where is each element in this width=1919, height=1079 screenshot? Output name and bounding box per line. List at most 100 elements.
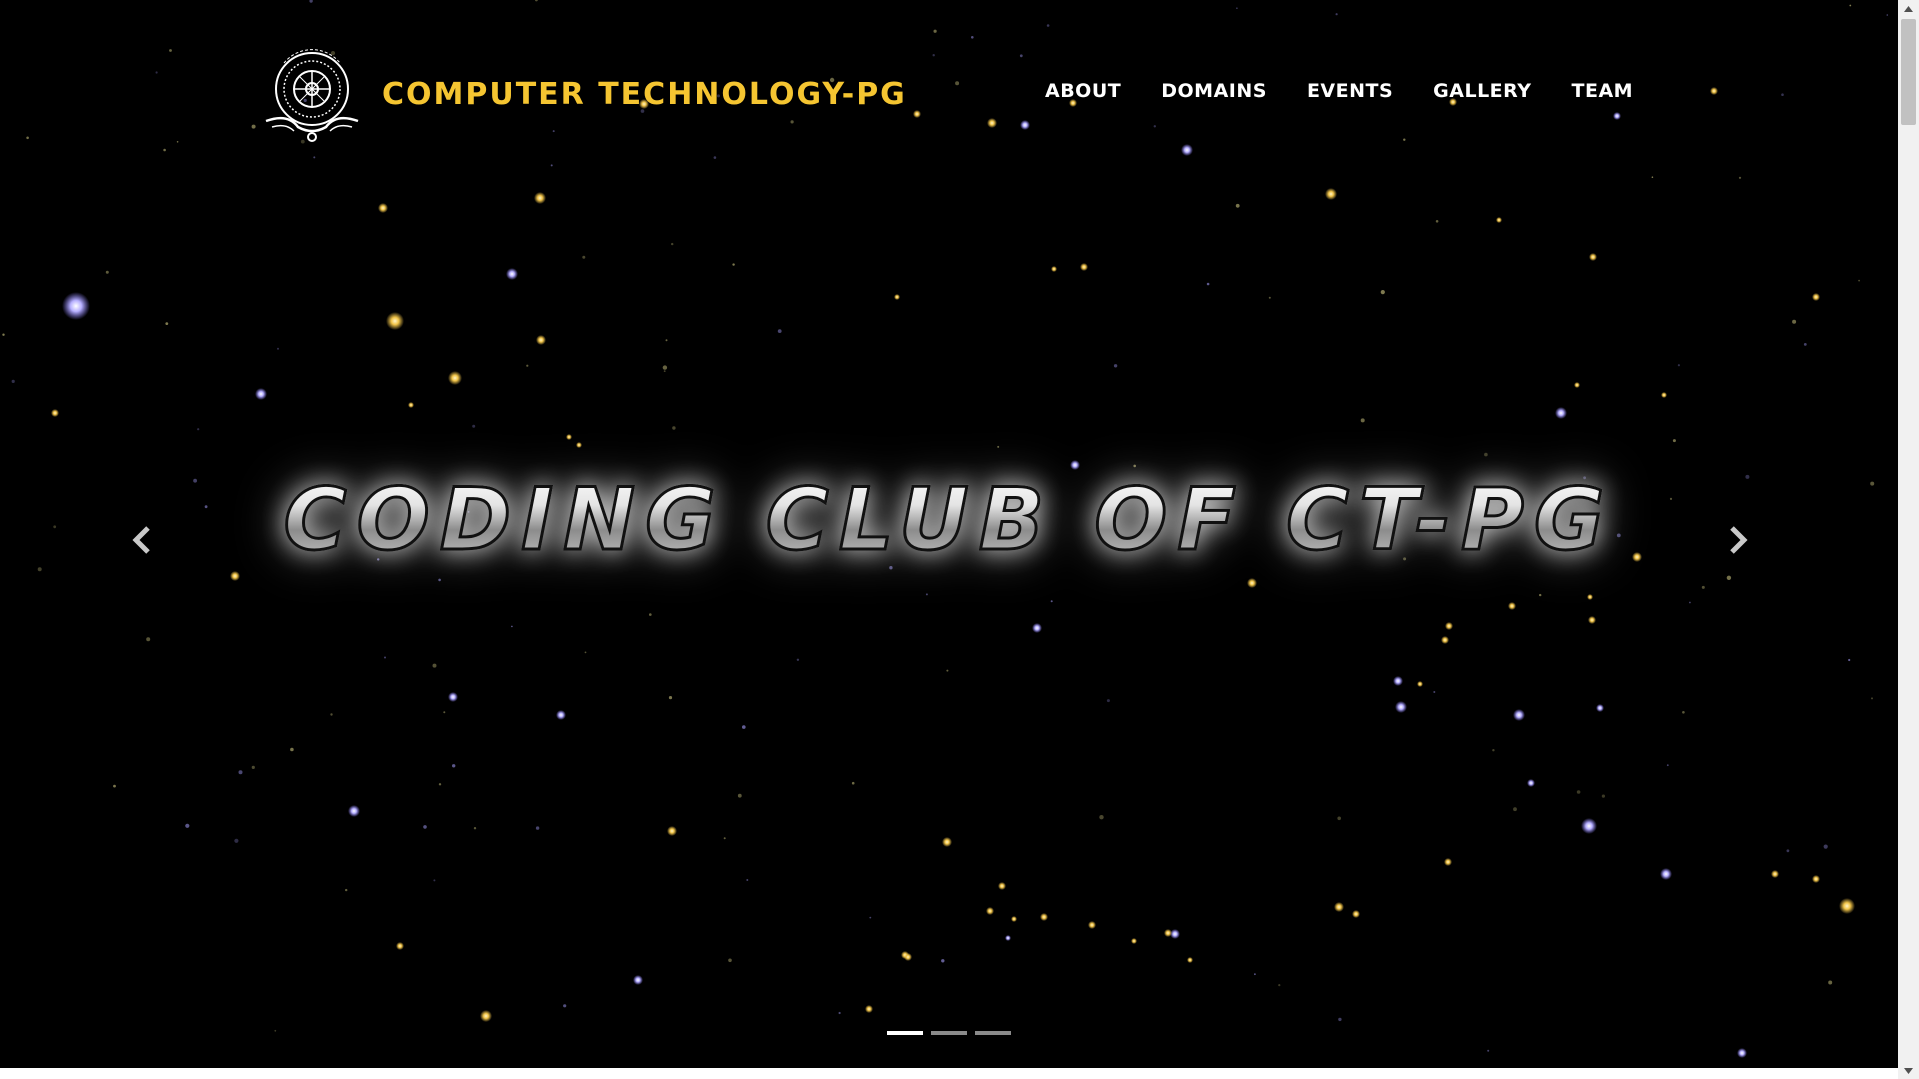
star-dust [1206,282,1210,286]
star [1661,392,1667,398]
star-dust [443,711,446,714]
star-dust [472,424,476,428]
star-dust [234,838,239,843]
star-dust [663,370,666,372]
star-dust [1487,1049,1490,1052]
star-dust [438,783,442,786]
star-dust [1666,764,1669,767]
star-dust [473,827,477,830]
star [1247,578,1257,588]
carousel-indicator-2[interactable] [931,1031,967,1035]
star-dust [1726,575,1732,580]
star [566,434,572,440]
star [480,1010,492,1022]
star-dust [1106,699,1110,703]
vertical-scrollbar[interactable] [1898,0,1919,1079]
star-dust [742,725,746,729]
carousel-indicator-1[interactable] [887,1031,923,1035]
star-dust [1803,343,1807,346]
star-dust [1484,452,1488,457]
star-dust [662,365,668,370]
star [1011,916,1017,922]
star-dust [511,625,513,628]
star-dust [1235,203,1240,208]
star [1334,902,1344,912]
star-dust [1268,296,1271,299]
star [1131,938,1137,944]
star-dust [672,426,676,430]
nav-team[interactable]: TEAM [1572,80,1634,102]
star-dust [737,793,742,798]
star-dust [452,764,456,768]
star-dust [1823,844,1828,849]
star [904,953,912,961]
star [1589,253,1597,261]
star-dust [330,713,333,716]
star [1588,616,1596,624]
star-dust [384,656,386,659]
star-dust [1576,790,1581,794]
nav-events[interactable]: EVENTS [1307,80,1393,102]
star-dust [535,826,540,830]
star-dust [251,765,255,770]
star-dust [1360,418,1365,423]
star-dust [723,837,726,840]
star [865,1005,873,1013]
nav-domains[interactable]: DOMAINS [1161,80,1267,102]
star-dust [1254,973,1256,976]
nav-about[interactable]: ABOUT [1045,80,1121,102]
star [1513,709,1525,721]
star-dust [1601,794,1605,798]
star-dust [432,663,437,668]
star-dust [1435,220,1439,223]
star [1555,407,1567,419]
association-seal-logo [265,49,359,142]
star [1444,858,1452,866]
star [1839,898,1855,914]
star-dust [1337,816,1341,821]
star-dust [1133,464,1136,468]
star [1574,382,1580,388]
star-dust [345,888,348,892]
star [1508,602,1516,610]
star-dust [1672,439,1676,443]
brand-name: COMPUTER TECHNOLOGY-PG [382,76,907,112]
star-dust [563,1004,567,1008]
star-dust [1278,984,1281,987]
star-dust [1701,585,1705,589]
star [1660,868,1672,880]
brand-link[interactable]: COMPUTER TECHNOLOGY-PG [258,44,907,144]
star [1527,779,1535,787]
star [894,294,900,300]
star-dust [1513,807,1517,812]
star-dust [238,770,243,775]
star [1581,818,1597,834]
star [667,826,677,836]
star [556,710,566,720]
star-dust [1848,658,1851,662]
scroll-up-button[interactable] [1898,0,1919,17]
star [1051,266,1057,272]
star [1496,217,1502,223]
star [1032,623,1042,633]
star-dust [796,658,800,661]
scroll-down-arrow-icon [1904,1067,1913,1074]
scroll-down-button[interactable] [1898,1062,1919,1079]
chevron-right-icon [1730,526,1748,554]
carousel-indicator-3[interactable] [975,1031,1011,1035]
star [1393,676,1403,686]
star-dust [997,445,1000,448]
nav-gallery[interactable]: GALLERY [1433,80,1531,102]
star [1441,636,1449,644]
star [986,907,994,915]
star [1070,460,1080,470]
star [1352,910,1360,918]
carousel-next-button[interactable] [1718,520,1758,560]
carousel-prev-button[interactable] [122,520,162,560]
star [230,571,240,581]
star-dust [649,613,652,616]
star-dust [746,879,749,881]
star-dust [1786,849,1790,853]
star [998,882,1006,890]
scrollbar-thumb[interactable] [1901,19,1916,125]
